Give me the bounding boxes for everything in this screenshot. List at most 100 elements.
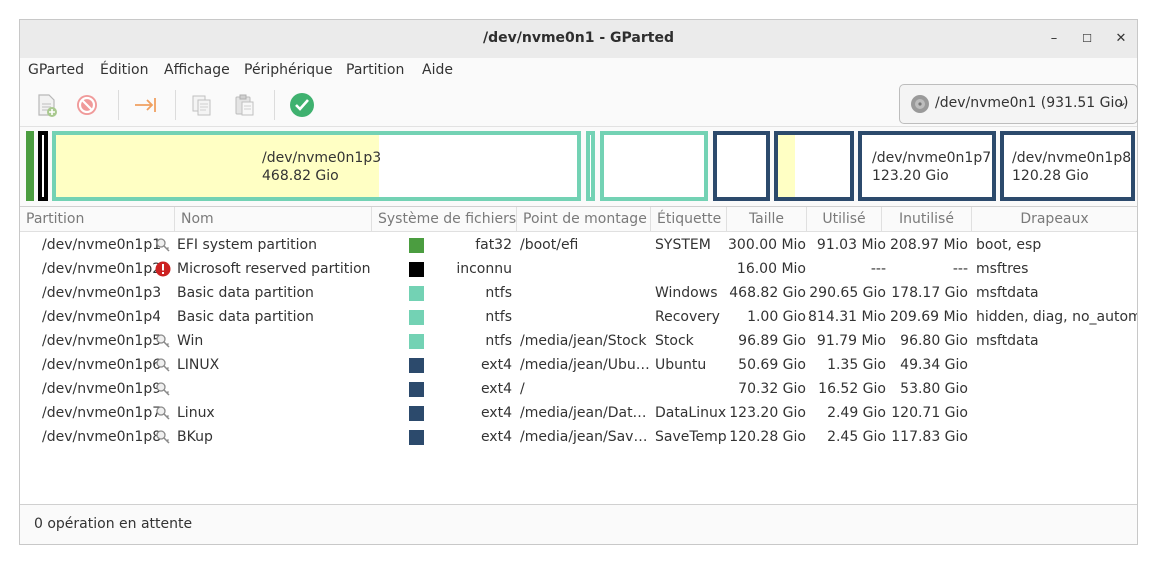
cell-size: 123.20 Gio [729, 405, 806, 421]
warning-icon [155, 261, 171, 277]
cell-flags: msftdata [976, 285, 1039, 301]
column-label[interactable]: Étiquette [651, 207, 727, 231]
cell-partition: /dev/nvme0n1p8 [42, 429, 160, 445]
map-partition-p8[interactable]: /dev/nvme0n1p8 120.28 Gio [1000, 131, 1135, 201]
filesystem-color-swatch [409, 430, 424, 445]
table-row[interactable]: /dev/nvme0n1p2 Microsoft reserved partiti… [20, 257, 1137, 281]
resize-move-icon[interactable] [132, 91, 160, 119]
cell-size: 120.28 Gio [729, 429, 806, 445]
column-filesystem[interactable]: Système de fichiers [372, 207, 517, 231]
cell-filesystem: ntfs [485, 309, 512, 325]
filesystem-color-swatch [409, 358, 424, 373]
menu-peripherique[interactable]: Périphérique [244, 62, 333, 78]
map-partition-size: 120.28 Gio [1012, 168, 1089, 184]
menu-affichage[interactable]: Affichage [164, 62, 230, 78]
minimize-button[interactable]: – [1042, 27, 1066, 51]
cell-label: SaveTemp [655, 429, 727, 445]
key-icon [155, 381, 171, 397]
map-partition-p9[interactable] [774, 131, 854, 201]
cell-filesystem: ext4 [480, 405, 512, 421]
pending-operations-text: 0 opération en attente [34, 516, 193, 532]
column-used[interactable]: Utilisé [807, 207, 882, 231]
maximize-button[interactable]: ☐ [1075, 27, 1099, 51]
cell-mountpoint [520, 305, 650, 329]
cell-partition: /dev/nvme0n1p3 [42, 285, 160, 301]
table-row[interactable]: /dev/nvme0n1p9 ext4 / 70.32 Gio 16.52 Gio 53.… [20, 377, 1137, 401]
table-row[interactable]: /dev/nvme0n1p1 EFI system partition fat32 /… [20, 233, 1137, 257]
cell-used: 91.79 Mio [816, 333, 886, 349]
chevron-down-icon: ⌄ [1116, 95, 1127, 109]
cell-label [655, 377, 727, 401]
map-partition-p5[interactable] [600, 131, 708, 201]
key-icon [155, 333, 171, 349]
cell-partition: /dev/nvme0n1p7 [42, 405, 160, 421]
apply-icon[interactable] [288, 91, 316, 119]
table-row[interactable]: /dev/nvme0n1p8 BKup ext4/media/jean/Sav… Sa… [20, 425, 1137, 449]
close-button[interactable]: ✕ [1109, 27, 1133, 51]
map-partition-p6[interactable] [713, 131, 770, 201]
delete-icon[interactable] [73, 91, 101, 119]
title-bar[interactable]: /dev/nvme0n1 - GParted – ☐ ✕ [20, 20, 1137, 59]
map-partition-p7[interactable]: /dev/nvme0n1p7 123.20 Gio [858, 131, 996, 201]
column-unused[interactable]: Inutilisé [882, 207, 972, 231]
cell-used: 814.31 Mio [808, 309, 886, 325]
cell-name [177, 377, 372, 401]
map-partition-p3[interactable]: /dev/nvme0n1p3 468.82 Gio [52, 131, 581, 201]
cell-name: Win [177, 333, 204, 349]
cell-mountpoint: /media/jean/Ubu… [520, 357, 650, 373]
copy-icon[interactable] [188, 91, 216, 119]
cell-used: 2.45 Gio [827, 429, 886, 445]
cell-filesystem: fat32 [475, 237, 512, 253]
map-partition-p4[interactable] [586, 131, 595, 201]
map-partition-name: /dev/nvme0n1p8 [1012, 150, 1132, 166]
partition-table: Partition Nom Système de fichiers Point … [20, 206, 1137, 505]
cell-label: DataLinux [655, 405, 727, 421]
filesystem-color-swatch [409, 262, 424, 277]
table-row[interactable]: /dev/nvme0n1p6 LINUX ext4/media/jean/Ubu… U… [20, 353, 1137, 377]
cell-filesystem: ext4 [480, 381, 512, 397]
menu-gparted[interactable]: GParted [28, 62, 84, 78]
map-partition-size: 123.20 Gio [872, 168, 949, 184]
cell-filesystem: ext4 [480, 357, 512, 373]
cell-filesystem: ext4 [480, 429, 512, 445]
map-partition-p1[interactable] [26, 131, 34, 201]
map-partition-p2[interactable] [38, 131, 48, 201]
table-row[interactable]: /dev/nvme0n1p7 Linux ext4/media/jean/Dat… D… [20, 401, 1137, 425]
cell-size: 70.32 Gio [738, 381, 806, 397]
cell-unused: 53.80 Gio [900, 381, 968, 397]
paste-icon[interactable] [231, 91, 259, 119]
cell-label [655, 257, 727, 281]
partition-map: /dev/nvme0n1p3 468.82 Gio /dev/nvme0n1p7… [24, 131, 1136, 201]
cell-name: BKup [177, 429, 213, 445]
new-partition-icon[interactable] [32, 91, 60, 119]
cell-unused: 96.80 Gio [900, 333, 968, 349]
cell-used: 290.65 Gio [809, 285, 886, 301]
device-label: /dev/nvme0n1 (931.51 Gio) [935, 95, 1129, 111]
column-partition[interactable]: Partition [20, 207, 175, 231]
menu-edition[interactable]: Édition [100, 62, 148, 78]
cell-unused: 117.83 Gio [891, 429, 968, 445]
cell-mountpoint: /media/jean/Dat… [520, 405, 647, 421]
device-selector[interactable]: /dev/nvme0n1 (931.51 Gio) ⌄ [899, 84, 1138, 124]
column-nom[interactable]: Nom [175, 207, 372, 231]
filesystem-color-swatch [409, 382, 424, 397]
column-flags[interactable]: Drapeaux [972, 207, 1137, 231]
cell-name: EFI system partition [177, 237, 317, 253]
menu-aide[interactable]: Aide [422, 62, 453, 78]
cell-unused: --- [952, 261, 968, 277]
table-row[interactable]: /dev/nvme0n1p5 Win ntfs/media/jean/Stock St… [20, 329, 1137, 353]
cell-flags: boot, esp [976, 237, 1042, 253]
cell-flags: hidden, diag, no_automount [976, 309, 1137, 325]
harddisk-icon [910, 94, 930, 118]
column-mountpoint[interactable]: Point de montage [517, 207, 651, 231]
table-row[interactable]: /dev/nvme0n1p3 Basic data partition ntfs Wi… [20, 281, 1137, 305]
filesystem-color-swatch [409, 310, 424, 325]
column-size[interactable]: Taille [727, 207, 807, 231]
map-partition-name: /dev/nvme0n1p3 [262, 150, 382, 166]
toolbar-separator [175, 90, 176, 120]
menu-partition[interactable]: Partition [346, 62, 404, 78]
filesystem-color-swatch [409, 406, 424, 421]
table-row[interactable]: /dev/nvme0n1p4 Basic data partition ntfs Re… [20, 305, 1137, 329]
cell-size: 50.69 Gio [738, 357, 806, 373]
cell-name: Microsoft reserved partition [177, 261, 371, 277]
